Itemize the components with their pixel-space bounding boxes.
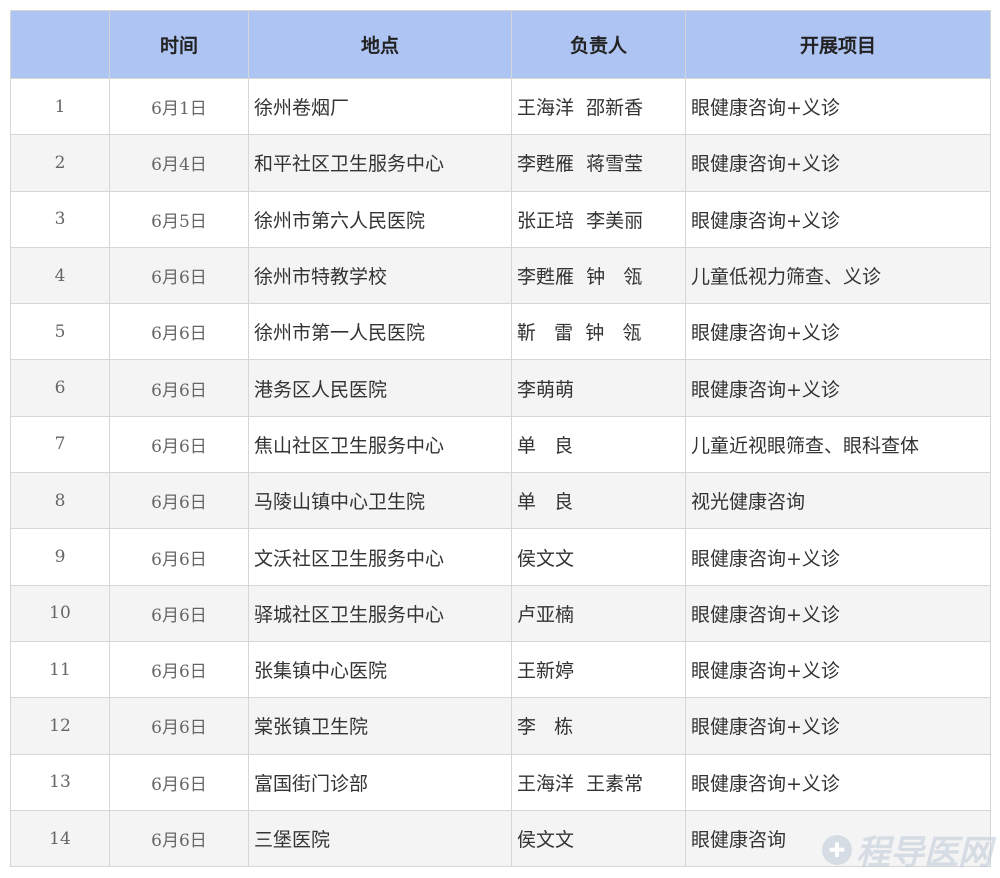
header-person: 负责人 — [511, 10, 686, 79]
cell-time: 6月6日 — [109, 359, 249, 417]
cell-place: 港务区人民医院 — [248, 359, 512, 417]
cell-place: 焦山社区卫生服务中心 — [248, 415, 512, 474]
cell-place: 徐州卷烟厂 — [248, 77, 512, 136]
cell-project: 眼健康咨询+义诊 — [685, 303, 991, 361]
table-body: 1 6月1日 徐州卷烟厂 王海洋 邵新香 眼健康咨询+义诊 2 6月4日 和平社区卫生服务中心… — [10, 77, 991, 868]
cell-index: 1 — [10, 77, 110, 136]
cell-index: 2 — [10, 134, 110, 192]
table-row: 12 6月6日 棠张镇卫生院李 栋眼健康咨询+义诊 — [10, 697, 991, 755]
cell-time: 6月6日 — [109, 640, 249, 699]
cell-project: 眼健康咨询+义诊 — [685, 528, 991, 586]
cell-index: 14 — [10, 809, 110, 868]
cell-index: 10 — [10, 584, 110, 642]
table-row: 2 6月4日 和平社区卫生服务中心 李甦雁 蒋雪莹 眼健康咨询+义诊 — [10, 134, 991, 192]
cell-index: 9 — [10, 528, 110, 586]
cell-time: 6月6日 — [109, 528, 249, 586]
cell-person: 李萌萌 — [511, 359, 686, 417]
cell-person: 侯文文 — [511, 809, 686, 868]
cell-place: 徐州市特教学校 — [248, 246, 512, 305]
header-time: 时间 — [109, 10, 249, 79]
cell-person: 王海洋 邵新香 — [511, 77, 686, 136]
cell-project: 儿童近视眼筛查、眼科查体 — [685, 415, 991, 474]
cell-person: 张正培 李美丽 — [511, 190, 686, 248]
cell-time: 6月6日 — [109, 753, 249, 811]
cell-index: 11 — [10, 640, 110, 699]
table-row: 9 6月6日 文沃社区卫生服务中心 侯文文 眼健康咨询+义诊 — [10, 528, 991, 586]
header-row: 时间 地点 负责人 开展项目 — [10, 10, 991, 79]
cell-person: 王新婷 — [511, 640, 686, 699]
cell-index: 13 — [10, 753, 110, 811]
cell-project: 眼健康咨询+义诊 — [685, 77, 991, 136]
cell-project: 眼健康咨询+义诊 — [685, 753, 991, 811]
cell-time: 6月6日 — [109, 246, 249, 305]
table-row: 13 6月6日 富国街门诊部 王海洋 王素常 眼健康咨询+义诊 — [10, 753, 991, 811]
cell-index: 3 — [10, 190, 110, 248]
cell-index: 7 — [10, 415, 110, 474]
cell-place: 马陵山镇中心卫生院 — [248, 472, 512, 530]
cell-person: 李 栋 — [511, 697, 686, 755]
table-row: 11 6月6日 张集镇中心医院 王新婷 眼健康咨询+义诊 — [10, 640, 991, 699]
cell-place: 文沃社区卫生服务中心 — [248, 528, 512, 586]
cell-time: 6月4日 — [109, 134, 249, 192]
cell-time: 6月6日 — [109, 809, 249, 868]
table-row: 1 6月1日 徐州卷烟厂 王海洋 邵新香 眼健康咨询+义诊 — [10, 77, 991, 136]
table-row: 8 6月6日 马陵山镇中心卫生院单 良视光健康咨询 — [10, 472, 991, 530]
cell-project: 眼健康咨询+义诊 — [685, 584, 991, 642]
cell-place: 三堡医院 — [248, 809, 512, 868]
cell-time: 6月6日 — [109, 303, 249, 361]
table-row: 7 6月6日 焦山社区卫生服务中心单 良儿童近视眼筛查、眼科查体 — [10, 415, 991, 474]
cell-time: 6月6日 — [109, 584, 249, 642]
cell-project: 眼健康咨询+义诊 — [685, 190, 991, 248]
cell-person: 卢亚楠 — [511, 584, 686, 642]
cell-person: 单 良 — [511, 472, 686, 530]
cell-time: 6月6日 — [109, 697, 249, 755]
cell-index: 12 — [10, 697, 110, 755]
schedule-table: 时间 地点 负责人 开展项目 1 6月1日 徐州卷烟厂 王海洋 邵新香 眼健康咨询+义诊… — [10, 10, 991, 868]
cell-place: 驿城社区卫生服务中心 — [248, 584, 512, 642]
header-index — [10, 10, 110, 79]
cell-place: 徐州市第一人民医院 — [248, 303, 512, 361]
cell-project: 儿童低视力筛查、义诊 — [685, 246, 991, 305]
cell-project: 眼健康咨询+义诊 — [685, 640, 991, 699]
cell-project: 视光健康咨询 — [685, 472, 991, 530]
cell-project: 眼健康咨询+义诊 — [685, 697, 991, 755]
header-place: 地点 — [248, 10, 512, 79]
cell-person: 侯文文 — [511, 528, 686, 586]
cell-time: 6月6日 — [109, 472, 249, 530]
table-row: 4 6月6日 徐州市特教学校 李甦雁 钟 瓴儿童低视力筛查、义诊 — [10, 246, 991, 305]
cell-place: 棠张镇卫生院 — [248, 697, 512, 755]
cell-place: 徐州市第六人民医院 — [248, 190, 512, 248]
header-project: 开展项目 — [685, 10, 991, 79]
cell-person: 单 良 — [511, 415, 686, 474]
cell-project: 眼健康咨询+义诊 — [685, 134, 991, 192]
cell-project: 眼健康咨询 — [685, 809, 991, 868]
cell-person: 靳 雷 钟 瓴 — [511, 303, 686, 361]
cell-time: 6月5日 — [109, 190, 249, 248]
cell-time: 6月6日 — [109, 415, 249, 474]
cell-time: 6月1日 — [109, 77, 249, 136]
cell-index: 5 — [10, 303, 110, 361]
cell-index: 8 — [10, 472, 110, 530]
cell-person: 王海洋 王素常 — [511, 753, 686, 811]
table-row: 14 6月6日 三堡医院 侯文文 眼健康咨询 — [10, 809, 991, 868]
table-row: 5 6月6日 徐州市第一人民医院靳 雷 钟 瓴眼健康咨询+义诊 — [10, 303, 991, 361]
cell-index: 6 — [10, 359, 110, 417]
cell-person: 李甦雁 蒋雪莹 — [511, 134, 686, 192]
table-row: 6 6月6日 港务区人民医院 李萌萌 眼健康咨询+义诊 — [10, 359, 991, 417]
table-row: 10 6月6日 驿城社区卫生服务中心 卢亚楠 眼健康咨询+义诊 — [10, 584, 991, 642]
cell-project: 眼健康咨询+义诊 — [685, 359, 991, 417]
cell-place: 张集镇中心医院 — [248, 640, 512, 699]
cell-index: 4 — [10, 246, 110, 305]
schedule-table-container: 时间 地点 负责人 开展项目 1 6月1日 徐州卷烟厂 王海洋 邵新香 眼健康咨询+义诊… — [10, 10, 991, 868]
cell-person: 李甦雁 钟 瓴 — [511, 246, 686, 305]
cell-place: 和平社区卫生服务中心 — [248, 134, 512, 192]
table-header: 时间 地点 负责人 开展项目 — [10, 10, 991, 79]
table-row: 3 6月5日 徐州市第六人民医院 张正培 李美丽 眼健康咨询+义诊 — [10, 190, 991, 248]
cell-place: 富国街门诊部 — [248, 753, 512, 811]
